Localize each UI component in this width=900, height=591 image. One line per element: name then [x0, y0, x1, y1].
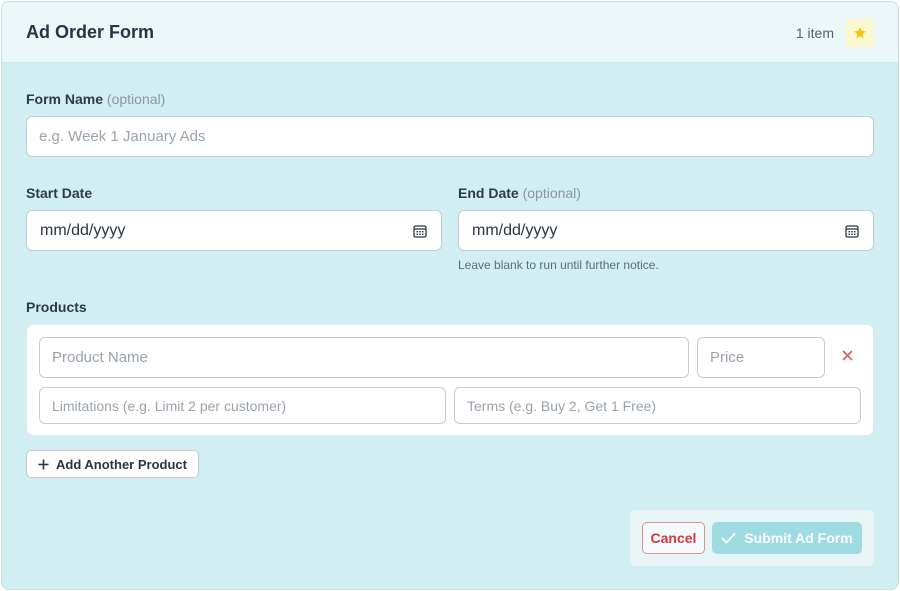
product-item — [26, 324, 874, 436]
product-limitations-input[interactable] — [39, 387, 446, 424]
end-date-input[interactable]: mm/dd/yyyy — [458, 210, 874, 251]
products-label: Products — [26, 299, 87, 315]
product-price-input[interactable] — [697, 337, 825, 378]
form-name-input[interactable] — [26, 116, 874, 157]
cancel-button[interactable]: Cancel — [642, 522, 705, 554]
start-date-input[interactable]: mm/dd/yyyy — [26, 210, 442, 251]
add-product-label: Add Another Product — [56, 456, 187, 472]
start-date-value: mm/dd/yyyy — [40, 221, 126, 239]
end-date-label-text: End Date — [458, 185, 519, 201]
form-name-optional-text: (optional) — [106, 91, 166, 107]
ad-order-form-card: Ad Order Form 1 item Form Name (optional… — [1, 1, 899, 590]
form-actions: Cancel Submit Ad Form — [630, 510, 874, 566]
submit-button[interactable]: Submit Ad Form — [712, 522, 862, 554]
product-name-input[interactable] — [39, 337, 689, 378]
item-count-badge: 1 item — [795, 25, 834, 41]
start-date-label: Start Date — [26, 185, 93, 201]
page-title: Ad Order Form — [26, 22, 155, 42]
end-date-helper-text: Leave blank to run until further notice. — [458, 258, 659, 272]
star-icon — [854, 27, 866, 39]
product-terms-input[interactable] — [454, 387, 861, 424]
submit-button-label: Submit Ad Form — [744, 530, 853, 546]
end-date-optional-text: (optional) — [522, 185, 581, 201]
end-date-label: End Date (optional) — [458, 185, 581, 201]
favorite-button[interactable] — [846, 19, 874, 47]
end-date-value: mm/dd/yyyy — [472, 221, 558, 239]
plus-icon — [38, 459, 49, 469]
calendar-icon[interactable] — [413, 224, 427, 238]
form-name-label: Form Name (optional) — [26, 91, 165, 107]
close-icon — [841, 349, 853, 361]
add-product-button[interactable]: Add Another Product — [26, 450, 199, 478]
check-icon — [721, 532, 736, 544]
calendar-icon[interactable] — [845, 224, 859, 238]
form-header: Ad Order Form 1 item — [2, 2, 898, 63]
form-name-label-text: Form Name — [26, 91, 104, 107]
remove-product-button[interactable] — [839, 347, 855, 363]
